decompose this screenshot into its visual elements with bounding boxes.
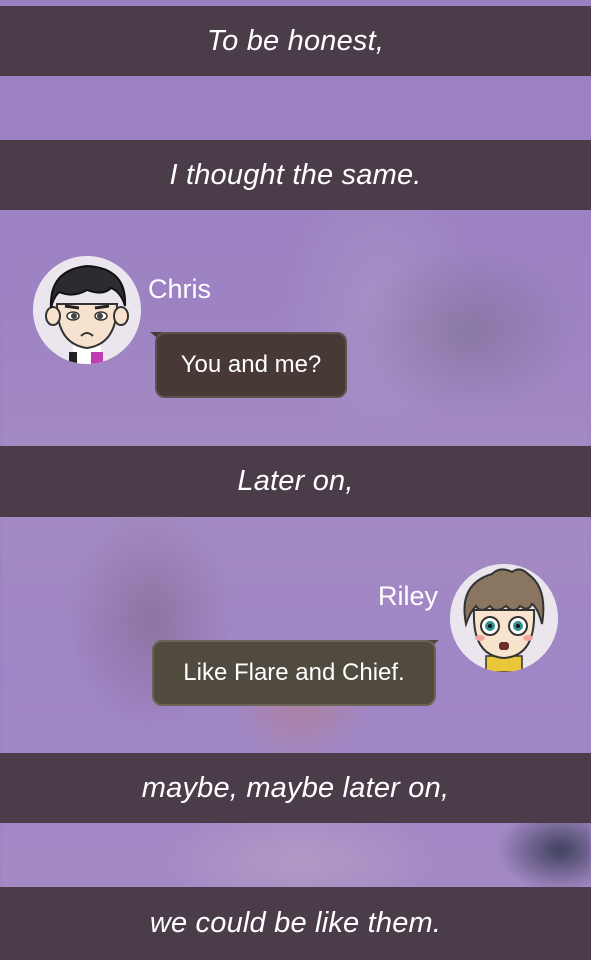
- narration-text: maybe, maybe later on,: [141, 771, 450, 804]
- riley-avatar-icon: [450, 564, 558, 672]
- narration-banner-1: To be honest,: [0, 6, 591, 76]
- message-text: Like Flare and Chief.: [183, 659, 405, 686]
- narration-text: I thought the same.: [169, 158, 422, 191]
- narration-text: To be honest,: [206, 24, 385, 57]
- narration-banner-4: maybe, maybe later on,: [0, 753, 591, 823]
- narration-text: Later on,: [237, 465, 354, 497]
- speaker-name-riley: Riley: [378, 581, 439, 611]
- narration-banner-5: we could be like them.: [0, 887, 591, 960]
- chat-bubble-riley: Like Flare and Chief.: [152, 640, 436, 706]
- message-text: You and me?: [180, 351, 322, 378]
- narration-banner-3: Later on,: [0, 446, 591, 517]
- speaker-name-chris: Chris: [148, 274, 212, 304]
- chris-avatar-icon: [33, 256, 141, 364]
- narration-banner-2: I thought the same.: [0, 140, 591, 210]
- narration-text: we could be like them.: [149, 907, 442, 939]
- chat-bubble-chris: You and me?: [155, 332, 347, 398]
